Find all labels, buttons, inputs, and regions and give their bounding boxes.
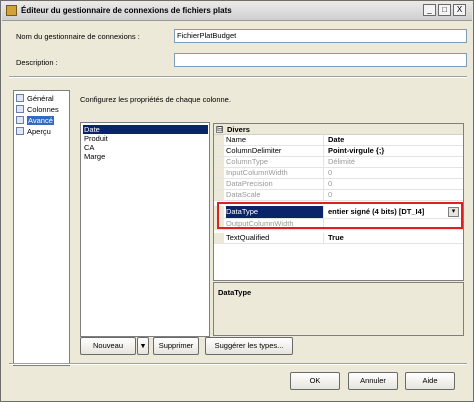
- property-row-outputcolumnwidth[interactable]: OutputColumnWidth: [214, 219, 463, 230]
- advanced-icon: [16, 116, 24, 124]
- property-value: Date: [328, 135, 345, 144]
- property-row-name[interactable]: Name Date: [214, 135, 463, 146]
- column-item-date[interactable]: Date: [83, 125, 208, 134]
- property-name: Name: [226, 135, 324, 145]
- property-value: 0: [328, 179, 333, 188]
- window-title: Éditeur du gestionnaire de connexions de…: [21, 6, 232, 15]
- property-name: OutputColumnWidth: [226, 219, 324, 229]
- description-label: Description :: [16, 58, 58, 67]
- nav-panel: Général Colonnes Avancé Aperçu: [13, 90, 70, 366]
- property-row-datatype[interactable]: DataType entier signé (4 bits) [DT_I4] ▾: [214, 206, 463, 219]
- property-row-columntype[interactable]: ColumnType Délimité: [214, 157, 463, 168]
- dialog-window: Éditeur du gestionnaire de connexions de…: [0, 0, 474, 402]
- general-icon: [16, 94, 24, 102]
- nav-item-preview[interactable]: Aperçu: [16, 127, 51, 137]
- property-name: DataScale: [226, 190, 324, 200]
- property-name: DataType: [226, 206, 324, 218]
- title-bar[interactable]: Éditeur du gestionnaire de connexions de…: [2, 2, 472, 21]
- property-name: ColumnDelimiter: [226, 146, 324, 156]
- connection-name-input[interactable]: FichierPlatBudget: [174, 29, 467, 43]
- property-description-title: DataType: [218, 288, 252, 297]
- footer-separator: [9, 363, 467, 365]
- property-name: InputColumnWidth: [226, 168, 324, 178]
- chevron-down-icon[interactable]: ▾: [448, 207, 459, 217]
- property-description-panel: DataType: [213, 282, 464, 336]
- nav-item-general[interactable]: Général: [16, 94, 54, 104]
- datatype-select[interactable]: entier signé (4 bits) [DT_I4]: [328, 206, 424, 218]
- property-name: TextQualified: [226, 233, 324, 243]
- form-separator: [9, 76, 467, 78]
- property-row-inputcolumnwidth[interactable]: InputColumnWidth 0: [214, 168, 463, 179]
- property-value: True: [328, 233, 344, 242]
- property-name: ColumnType: [226, 157, 324, 167]
- column-list: Date Produit CA Marge: [80, 122, 210, 337]
- new-dropdown-button[interactable]: ▾: [137, 337, 149, 355]
- property-value: Point-virgule {;}: [328, 146, 385, 155]
- description-input[interactable]: [174, 53, 467, 67]
- property-row-textqualified[interactable]: TextQualified True: [214, 233, 463, 244]
- property-value: 0: [328, 168, 333, 177]
- property-value: 0: [328, 190, 333, 199]
- close-button[interactable]: X: [453, 4, 466, 16]
- column-item-ca[interactable]: CA: [83, 143, 208, 152]
- columns-icon: [16, 105, 24, 113]
- cancel-button[interactable]: Annuler: [348, 372, 398, 390]
- connection-name-label: Nom du gestionnaire de connexions :: [16, 32, 140, 41]
- property-value: Délimité: [328, 157, 356, 166]
- minimize-button[interactable]: _: [423, 4, 436, 16]
- property-row-columndelimiter[interactable]: ColumnDelimiter Point-virgule {;}: [214, 146, 463, 157]
- column-item-marge[interactable]: Marge: [83, 152, 208, 161]
- category-label: Divers: [227, 125, 250, 134]
- collapse-icon[interactable]: ⊟: [216, 126, 223, 133]
- property-row-datascale[interactable]: DataScale 0: [214, 190, 463, 201]
- help-button[interactable]: Aide: [405, 372, 455, 390]
- nav-item-advanced[interactable]: Avancé: [16, 116, 54, 126]
- property-grid: ⊟ Divers Name Date ColumnDelimiter Point…: [213, 123, 464, 281]
- maximize-button[interactable]: □: [438, 4, 451, 16]
- property-row-dataprecision[interactable]: DataPrecision 0: [214, 179, 463, 190]
- app-icon: [6, 5, 17, 16]
- preview-icon: [16, 127, 24, 135]
- new-button[interactable]: Nouveau: [80, 337, 136, 355]
- property-name: DataPrecision: [226, 179, 324, 189]
- suggest-types-button[interactable]: Suggérer les types...: [205, 337, 293, 355]
- ok-button[interactable]: OK: [290, 372, 340, 390]
- instructions-text: Configurez les propriétés de chaque colo…: [80, 95, 231, 104]
- nav-item-columns[interactable]: Colonnes: [16, 105, 59, 115]
- category-divers[interactable]: ⊟ Divers: [214, 124, 463, 135]
- column-item-produit[interactable]: Produit: [83, 134, 208, 143]
- delete-button[interactable]: Supprimer: [153, 337, 199, 355]
